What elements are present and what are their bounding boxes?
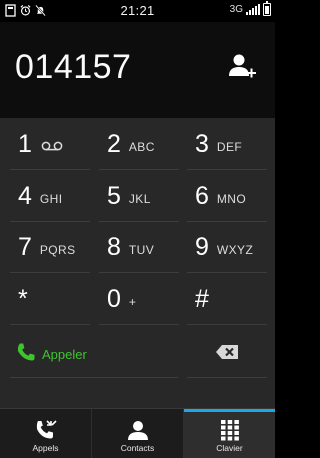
key-letters: ABC [128,140,155,154]
key-letters: PQRS [39,243,76,257]
key-0[interactable]: 0 + [99,273,179,325]
battery-icon [263,1,271,16]
number-display: 014157 [0,22,275,118]
call-log-icon [36,420,57,439]
key-9[interactable]: 9 WXYZ [187,221,267,273]
signal-icon [246,4,260,15]
key-6[interactable]: 6 MNO [187,170,267,222]
key-digit: 1 [18,129,32,158]
key-letters: JKL [128,192,151,206]
key-4[interactable]: 4 GHI [10,170,90,222]
key-2[interactable]: 2 ABC [99,118,179,170]
keypad-icon [220,420,239,441]
call-button[interactable]: Appeler [10,326,178,378]
key-digit: 7 [18,232,32,261]
contact-icon [127,421,148,440]
phone-icon [17,343,35,361]
key-letters: + [128,295,137,309]
tab-clavier[interactable]: Clavier [184,409,275,458]
tab-contacts[interactable]: Contacts [92,409,184,458]
add-contact-icon[interactable] [227,52,257,82]
key-digit: * [18,284,28,313]
key-3[interactable]: 3 DEF [187,118,267,170]
dialed-number[interactable]: 014157 [15,48,131,87]
tab-bar: Appels Contacts Clavier [0,408,275,458]
key-digit: 8 [107,232,121,261]
call-button-label: Appeler [42,346,87,362]
key-digit: 2 [107,129,121,158]
key-digit: # [195,284,209,313]
key-letters: GHI [39,192,63,206]
key-digit: 9 [195,232,209,261]
tab-label: Contacts [120,443,155,453]
tab-appels[interactable]: Appels [0,409,92,458]
key-digit: 4 [18,181,32,210]
status-icons-right: 3G [229,1,271,16]
key-letters: TUV [128,243,155,257]
backspace-icon [216,345,238,359]
key-digit: 5 [107,181,121,210]
key-letters: MNO [216,192,247,206]
dial-pad: 1 2 ABC 3 DEF 4 GHI 5 JKL 6 MNO 7 PQRS 8… [0,118,275,408]
key-digit: 0 [107,284,121,313]
network-type: 3G [229,4,243,15]
key-hash[interactable]: # [187,273,267,325]
key-7[interactable]: 7 PQRS [10,221,90,273]
key-star[interactable]: * [10,273,90,325]
voicemail-icon [41,141,63,151]
key-digit: 6 [195,181,209,210]
key-letters: WXYZ [216,243,254,257]
key-letters: DEF [216,140,243,154]
key-digit: 3 [195,129,209,158]
backspace-button[interactable] [187,326,267,378]
key-5[interactable]: 5 JKL [99,170,179,222]
key-1[interactable]: 1 [10,118,90,170]
tab-label: Clavier [216,443,243,453]
key-8[interactable]: 8 TUV [99,221,179,273]
tab-label: Appels [32,443,59,453]
status-bar: 21:21 3G [0,0,275,22]
